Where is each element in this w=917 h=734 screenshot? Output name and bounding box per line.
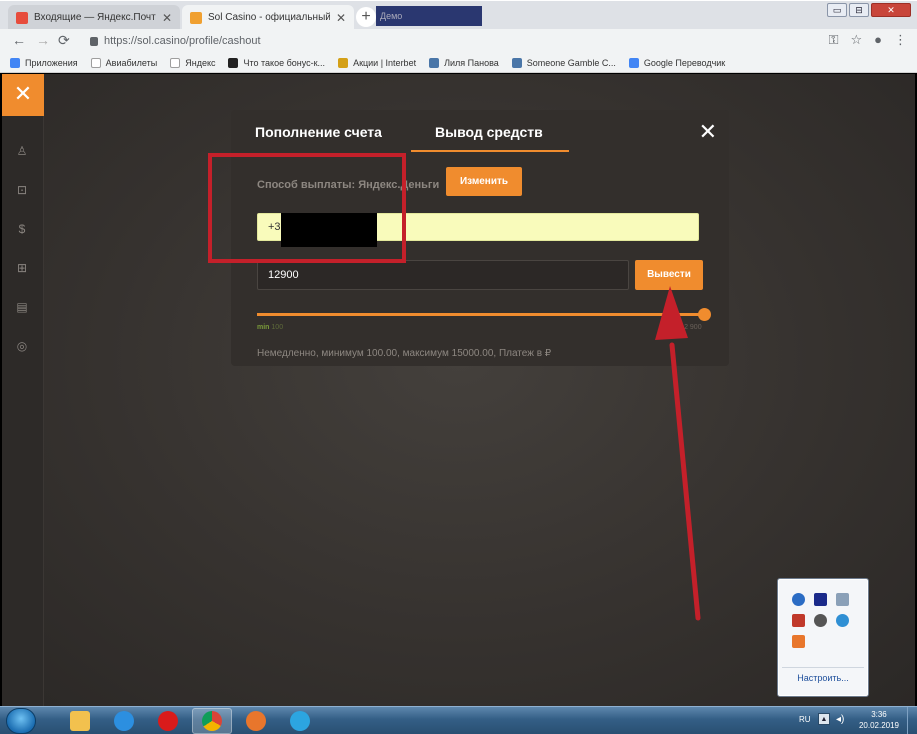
tray-icon-grid	[792, 593, 850, 648]
taskbar-explorer[interactable]	[60, 708, 100, 734]
punto-switcher-icon[interactable]	[814, 593, 827, 606]
clock-date: 20.02.2019	[858, 721, 899, 730]
app-tray-icon[interactable]	[792, 635, 805, 648]
network-icon[interactable]	[836, 593, 849, 606]
security-alert-icon[interactable]	[792, 614, 805, 627]
taskbar-telegram[interactable]	[280, 708, 320, 734]
telegram-icon	[290, 711, 310, 731]
show-hidden-icons-button[interactable]: ▲	[818, 713, 830, 725]
chrome-icon	[202, 711, 222, 731]
taskbar-firefox[interactable]	[236, 708, 276, 734]
show-desktop-button[interactable]	[907, 707, 917, 734]
taskbar-opera[interactable]	[148, 708, 188, 734]
tray-overflow-popup: Настроить...	[777, 578, 869, 697]
taskbar-ie[interactable]	[104, 708, 144, 734]
language-indicator[interactable]: RU	[799, 715, 811, 724]
customize-link[interactable]: Настроить...	[778, 673, 868, 683]
firefox-icon	[246, 711, 266, 731]
opera-icon	[158, 711, 178, 731]
divider	[782, 667, 864, 668]
taskbar: RU ▲ ◂) 3:36 20.02.2019	[0, 706, 917, 734]
speaker-icon[interactable]: ◂)	[836, 714, 844, 725]
shield-icon[interactable]	[792, 593, 805, 606]
start-button[interactable]	[6, 708, 36, 734]
clock[interactable]: 3:36 20.02.2019	[859, 709, 899, 731]
gear-icon[interactable]	[814, 614, 827, 627]
clock-time: 3:36	[871, 710, 887, 719]
taskbar-chrome[interactable]	[192, 708, 232, 734]
internet-explorer-icon	[114, 711, 134, 731]
update-icon[interactable]	[836, 614, 849, 627]
folder-icon	[70, 711, 90, 731]
